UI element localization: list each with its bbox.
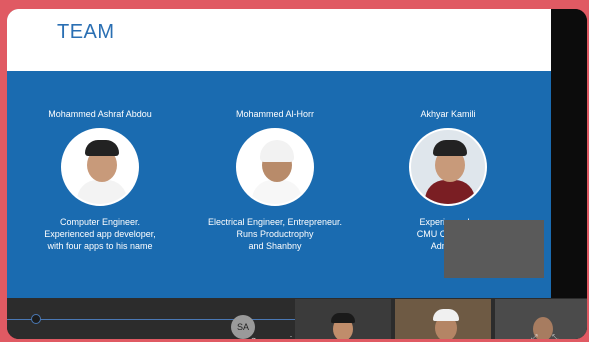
progress-handle[interactable] <box>31 314 41 324</box>
expand-icon[interactable]: ⤢ <box>531 333 537 339</box>
participant-video-2[interactable] <box>395 299 491 339</box>
slide-header: TEAM <box>7 9 551 71</box>
member-photo <box>409 128 487 206</box>
member-description: Computer Engineer. Experienced app devel… <box>44 217 156 251</box>
right-panel <box>551 9 587 304</box>
mic-icon[interactable]: ⌀ <box>251 335 256 339</box>
member-name: Mohammed Al-Horr <box>235 109 315 119</box>
video-call-window: TEAM Mohammed Ashraf Abdou Computer Engi… <box>7 9 587 339</box>
member-photo <box>236 128 314 206</box>
more-icon[interactable]: ⋮ <box>287 335 295 339</box>
team-member-2: Mohammed Al-Horr Electrical Engineer, En… <box>190 71 360 252</box>
team-member-1: Mohammed Ashraf Abdou Computer Engineer.… <box>15 71 185 252</box>
member-name: Akhyar Kamili <box>420 109 476 119</box>
video-overlay-box <box>444 220 544 278</box>
member-name: Mohammed Ashraf Abdou <box>48 109 152 119</box>
member-photo <box>61 128 139 206</box>
presentation-progress-track[interactable] <box>7 319 297 320</box>
participant-video-1[interactable] <box>295 299 391 339</box>
member-description: Electrical Engineer, Entrepreneur. Runs … <box>207 217 343 251</box>
slide-title: TEAM <box>57 21 115 43</box>
fullscreen-icon[interactable]: ⤡ <box>552 333 558 339</box>
shared-slide: TEAM Mohammed Ashraf Abdou Computer Engi… <box>7 9 551 304</box>
participant-video-3[interactable] <box>495 299 587 339</box>
